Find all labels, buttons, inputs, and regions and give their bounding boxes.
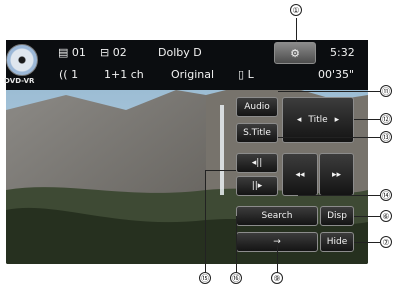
callout-line-9 <box>277 242 278 273</box>
audio-format: Dolby D <box>158 46 202 59</box>
audio-stream-indicator: (( 1 <box>59 68 79 81</box>
disc-icon <box>6 44 38 76</box>
callout-6: ⑥ <box>380 210 392 222</box>
callout-15: ⑮ <box>199 272 211 284</box>
callout-line-13 <box>278 137 380 138</box>
callout-7: ⑦ <box>380 236 392 248</box>
callout-1: ① <box>290 4 302 16</box>
callout-line-15b <box>205 170 206 273</box>
slow-forward-button[interactable]: ||▸ <box>236 176 278 196</box>
callout-line-15a <box>205 170 236 171</box>
clock: 5:32 <box>330 46 355 59</box>
title-indicator: ▤ 01 <box>58 46 86 59</box>
fast-forward-icon: ▸▸ <box>331 169 342 180</box>
slow-rewind-icon: ◂|| <box>251 158 263 168</box>
subtitle-button[interactable]: S.Title <box>236 123 278 143</box>
callout-line-6 <box>354 216 380 217</box>
title-icon: ▤ <box>58 46 69 59</box>
slow-forward-icon: ||▸ <box>251 181 263 191</box>
callout-14: ⑭ <box>380 189 392 201</box>
search-button[interactable]: Search <box>236 206 318 226</box>
callout-13: ⑬ <box>380 131 392 143</box>
audio-stream-icon: (( <box>59 68 68 81</box>
callout-11: ⑪ <box>380 85 392 97</box>
elapsed-time: 00'35" <box>318 68 355 81</box>
chapter-icon: ⊟ <box>100 46 110 59</box>
hide-button[interactable]: Hide <box>320 232 354 252</box>
callout-line-11 <box>278 91 380 92</box>
callout-line-1 <box>296 18 297 42</box>
callout-16: ⑯ <box>230 272 242 284</box>
callout-line-16 <box>236 216 237 273</box>
chevron-left-icon: ◂ <box>296 115 302 125</box>
rewind-icon: ◂◂ <box>295 169 305 180</box>
audio-button[interactable]: Audio <box>236 97 278 117</box>
callout-12: ⑫ <box>380 113 392 125</box>
gear-icon: ⚙ <box>290 46 300 60</box>
fast-forward-button[interactable]: ▸▸ <box>319 153 354 196</box>
callout-9: ⑨ <box>271 272 283 284</box>
chapter-indicator: ⊟ 02 <box>100 46 127 59</box>
lr-indicator: ▯ L <box>238 68 254 81</box>
chevron-right-icon: ▸ <box>334 115 340 125</box>
title-label: Title <box>308 115 328 125</box>
disc-type-label: DVD-VR <box>4 77 35 85</box>
settings-button[interactable]: ⚙ <box>274 42 316 64</box>
speaker-icon: ▯ <box>238 68 245 81</box>
original-label: Original <box>171 68 215 81</box>
callout-line-12 <box>354 119 380 120</box>
rewind-button[interactable]: ◂◂ <box>282 153 318 196</box>
callout-line-14 <box>298 195 380 196</box>
channels: 1+1 ch <box>104 68 144 81</box>
slow-rewind-button[interactable]: ◂|| <box>236 153 278 173</box>
callout-line-7 <box>354 242 380 243</box>
disp-button[interactable]: Disp <box>320 206 354 226</box>
